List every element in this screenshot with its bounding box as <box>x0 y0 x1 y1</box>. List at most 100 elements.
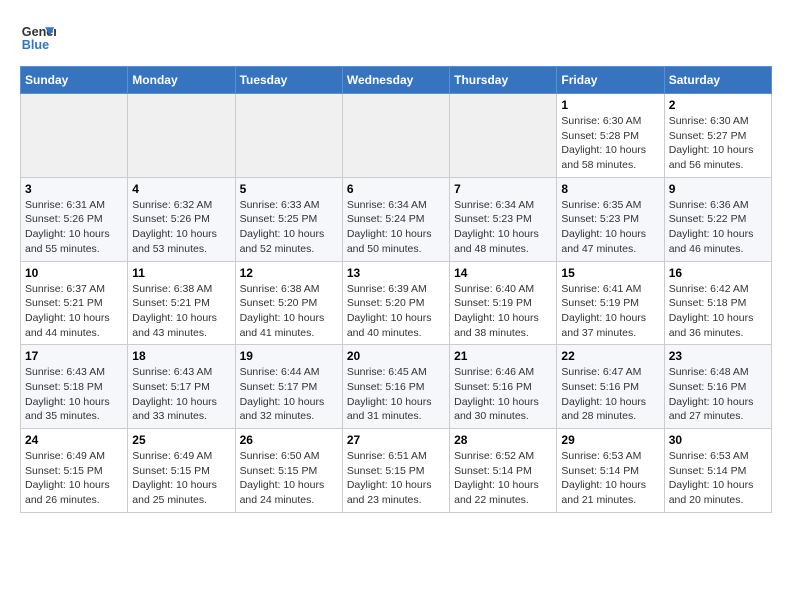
header: General Blue <box>20 20 772 56</box>
day-number: 1 <box>561 98 659 112</box>
day-number: 10 <box>25 266 123 280</box>
day-info: Sunrise: 6:37 AMSunset: 5:21 PMDaylight:… <box>25 282 123 341</box>
day-number: 13 <box>347 266 445 280</box>
day-number: 24 <box>25 433 123 447</box>
calendar-cell: 26 Sunrise: 6:50 AMSunset: 5:15 PMDayligh… <box>235 429 342 513</box>
logo-icon: General Blue <box>20 20 56 56</box>
day-info: Sunrise: 6:49 AMSunset: 5:15 PMDaylight:… <box>132 449 230 508</box>
day-number: 27 <box>347 433 445 447</box>
day-number: 16 <box>669 266 767 280</box>
day-number: 23 <box>669 349 767 363</box>
day-number: 7 <box>454 182 552 196</box>
calendar-week-row: 3 Sunrise: 6:31 AMSunset: 5:26 PMDaylight… <box>21 177 772 261</box>
calendar-cell: 4 Sunrise: 6:32 AMSunset: 5:26 PMDaylight… <box>128 177 235 261</box>
day-number: 29 <box>561 433 659 447</box>
day-info: Sunrise: 6:44 AMSunset: 5:17 PMDaylight:… <box>240 365 338 424</box>
calendar-cell: 13 Sunrise: 6:39 AMSunset: 5:20 PMDayligh… <box>342 261 449 345</box>
calendar-cell: 15Sunrise: 6:41 AMSunset: 5:19 PMDayligh… <box>557 261 664 345</box>
calendar-cell: 16Sunrise: 6:42 AMSunset: 5:18 PMDayligh… <box>664 261 771 345</box>
day-number: 3 <box>25 182 123 196</box>
calendar-cell: 30 Sunrise: 6:53 AMSunset: 5:14 PMDayligh… <box>664 429 771 513</box>
calendar: SundayMondayTuesdayWednesdayThursdayFrid… <box>20 66 772 513</box>
calendar-cell: 1 Sunrise: 6:30 AMSunset: 5:28 PMDaylight… <box>557 94 664 178</box>
calendar-cell: 23 Sunrise: 6:48 AMSunset: 5:16 PMDayligh… <box>664 345 771 429</box>
day-number: 26 <box>240 433 338 447</box>
calendar-cell: 27 Sunrise: 6:51 AMSunset: 5:15 PMDayligh… <box>342 429 449 513</box>
day-number: 2 <box>669 98 767 112</box>
weekday-header-cell: Thursday <box>450 67 557 94</box>
day-info: Sunrise: 6:39 AMSunset: 5:20 PMDaylight:… <box>347 282 445 341</box>
day-info: Sunrise: 6:35 AMSunset: 5:23 PMDaylight:… <box>561 198 659 257</box>
day-info: Sunrise: 6:34 AMSunset: 5:24 PMDaylight:… <box>347 198 445 257</box>
calendar-cell <box>21 94 128 178</box>
calendar-cell: 11Sunrise: 6:38 AMSunset: 5:21 PMDayligh… <box>128 261 235 345</box>
day-info: Sunrise: 6:53 AMSunset: 5:14 PMDaylight:… <box>669 449 767 508</box>
day-number: 8 <box>561 182 659 196</box>
calendar-cell: 2 Sunrise: 6:30 AMSunset: 5:27 PMDaylight… <box>664 94 771 178</box>
calendar-cell: 5 Sunrise: 6:33 AMSunset: 5:25 PMDaylight… <box>235 177 342 261</box>
day-info: Sunrise: 6:30 AMSunset: 5:28 PMDaylight:… <box>561 114 659 173</box>
day-number: 5 <box>240 182 338 196</box>
calendar-body: 1 Sunrise: 6:30 AMSunset: 5:28 PMDaylight… <box>21 94 772 513</box>
calendar-cell: 12 Sunrise: 6:38 AMSunset: 5:20 PMDayligh… <box>235 261 342 345</box>
day-number: 19 <box>240 349 338 363</box>
day-info: Sunrise: 6:47 AMSunset: 5:16 PMDaylight:… <box>561 365 659 424</box>
weekday-header-cell: Sunday <box>21 67 128 94</box>
day-info: Sunrise: 6:31 AMSunset: 5:26 PMDaylight:… <box>25 198 123 257</box>
day-number: 21 <box>454 349 552 363</box>
calendar-cell: 28 Sunrise: 6:52 AMSunset: 5:14 PMDayligh… <box>450 429 557 513</box>
day-info: Sunrise: 6:30 AMSunset: 5:27 PMDaylight:… <box>669 114 767 173</box>
day-info: Sunrise: 6:38 AMSunset: 5:21 PMDaylight:… <box>132 282 230 341</box>
day-info: Sunrise: 6:36 AMSunset: 5:22 PMDaylight:… <box>669 198 767 257</box>
day-info: Sunrise: 6:48 AMSunset: 5:16 PMDaylight:… <box>669 365 767 424</box>
weekday-header-cell: Tuesday <box>235 67 342 94</box>
day-number: 20 <box>347 349 445 363</box>
calendar-cell: 9 Sunrise: 6:36 AMSunset: 5:22 PMDaylight… <box>664 177 771 261</box>
calendar-cell: 10 Sunrise: 6:37 AMSunset: 5:21 PMDayligh… <box>21 261 128 345</box>
calendar-week-row: 1 Sunrise: 6:30 AMSunset: 5:28 PMDaylight… <box>21 94 772 178</box>
day-number: 4 <box>132 182 230 196</box>
calendar-cell: 3 Sunrise: 6:31 AMSunset: 5:26 PMDaylight… <box>21 177 128 261</box>
calendar-cell: 6 Sunrise: 6:34 AMSunset: 5:24 PMDaylight… <box>342 177 449 261</box>
weekday-header-cell: Friday <box>557 67 664 94</box>
weekday-header-cell: Monday <box>128 67 235 94</box>
calendar-week-row: 24 Sunrise: 6:49 AMSunset: 5:15 PMDayligh… <box>21 429 772 513</box>
day-number: 28 <box>454 433 552 447</box>
day-info: Sunrise: 6:52 AMSunset: 5:14 PMDaylight:… <box>454 449 552 508</box>
calendar-cell <box>235 94 342 178</box>
day-info: Sunrise: 6:50 AMSunset: 5:15 PMDaylight:… <box>240 449 338 508</box>
logo: General Blue <box>20 20 56 56</box>
day-number: 25 <box>132 433 230 447</box>
day-number: 17 <box>25 349 123 363</box>
day-info: Sunrise: 6:38 AMSunset: 5:20 PMDaylight:… <box>240 282 338 341</box>
day-info: Sunrise: 6:49 AMSunset: 5:15 PMDaylight:… <box>25 449 123 508</box>
day-number: 9 <box>669 182 767 196</box>
svg-text:Blue: Blue <box>22 38 49 52</box>
calendar-cell: 17 Sunrise: 6:43 AMSunset: 5:18 PMDayligh… <box>21 345 128 429</box>
weekday-header-row: SundayMondayTuesdayWednesdayThursdayFrid… <box>21 67 772 94</box>
calendar-cell: 21Sunrise: 6:46 AMSunset: 5:16 PMDayligh… <box>450 345 557 429</box>
calendar-cell: 8 Sunrise: 6:35 AMSunset: 5:23 PMDaylight… <box>557 177 664 261</box>
day-info: Sunrise: 6:43 AMSunset: 5:18 PMDaylight:… <box>25 365 123 424</box>
day-number: 14 <box>454 266 552 280</box>
calendar-cell: 19 Sunrise: 6:44 AMSunset: 5:17 PMDayligh… <box>235 345 342 429</box>
calendar-cell: 29Sunrise: 6:53 AMSunset: 5:14 PMDayligh… <box>557 429 664 513</box>
calendar-cell <box>128 94 235 178</box>
day-number: 22 <box>561 349 659 363</box>
day-number: 6 <box>347 182 445 196</box>
day-number: 30 <box>669 433 767 447</box>
calendar-cell: 22 Sunrise: 6:47 AMSunset: 5:16 PMDayligh… <box>557 345 664 429</box>
calendar-cell: 18Sunrise: 6:43 AMSunset: 5:17 PMDayligh… <box>128 345 235 429</box>
day-info: Sunrise: 6:32 AMSunset: 5:26 PMDaylight:… <box>132 198 230 257</box>
calendar-cell <box>342 94 449 178</box>
day-info: Sunrise: 6:51 AMSunset: 5:15 PMDaylight:… <box>347 449 445 508</box>
day-info: Sunrise: 6:33 AMSunset: 5:25 PMDaylight:… <box>240 198 338 257</box>
day-info: Sunrise: 6:40 AMSunset: 5:19 PMDaylight:… <box>454 282 552 341</box>
day-number: 15 <box>561 266 659 280</box>
day-info: Sunrise: 6:34 AMSunset: 5:23 PMDaylight:… <box>454 198 552 257</box>
calendar-cell <box>450 94 557 178</box>
weekday-header-cell: Saturday <box>664 67 771 94</box>
weekday-header-cell: Wednesday <box>342 67 449 94</box>
day-number: 12 <box>240 266 338 280</box>
calendar-week-row: 17 Sunrise: 6:43 AMSunset: 5:18 PMDayligh… <box>21 345 772 429</box>
